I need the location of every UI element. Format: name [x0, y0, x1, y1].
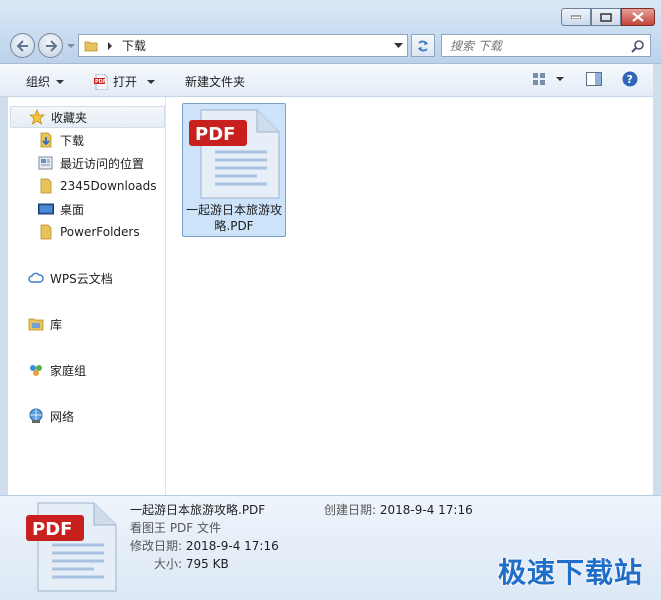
sidebar-item-label: 下载	[60, 133, 85, 148]
search-input[interactable]	[450, 38, 620, 53]
window-border-left	[0, 97, 8, 495]
sidebar-item-label: 网络	[50, 409, 75, 424]
help-button[interactable]: ?	[622, 71, 638, 87]
svg-text:PDF: PDF	[95, 79, 106, 85]
pdf-badge: PDF	[32, 519, 72, 540]
created-value: 2018-9-4 17:16	[379, 503, 473, 517]
maximize-button[interactable]	[591, 8, 621, 26]
organize-button[interactable]: 组织	[26, 73, 65, 90]
sidebar-item-libraries[interactable]: 库	[28, 313, 62, 335]
arrow-left-icon	[16, 39, 28, 52]
size-label: 大小:	[154, 557, 183, 571]
sidebar-item-label: 桌面	[60, 202, 85, 217]
forward-button[interactable]	[38, 33, 63, 58]
details-file-type: 看图王 PDF 文件	[130, 521, 222, 535]
homegroup-icon	[30, 365, 42, 376]
refresh-button[interactable]	[411, 34, 435, 57]
sidebar-item-label: 2345Downloads	[60, 179, 157, 193]
open-button[interactable]: PDF 打开	[94, 73, 156, 90]
window-controls	[561, 8, 655, 26]
sidebar-item-powerfolders[interactable]: PowerFolders	[38, 221, 140, 243]
chevron-down-icon	[556, 77, 564, 81]
modified-value: 2018-9-4 17:16	[185, 539, 279, 553]
navigation-pane: 收藏夹 下载 最近访问的位置 2345Downloads 桌面 PowerFol…	[8, 97, 166, 495]
preview-pane-icon	[586, 72, 602, 86]
search-icon[interactable]	[631, 39, 645, 53]
desktop-icon	[38, 203, 54, 215]
change-view-button[interactable]	[532, 72, 564, 86]
organize-label: 组织	[26, 75, 51, 89]
new-folder-label: 新建文件夹	[185, 75, 246, 89]
view-grid-icon	[533, 73, 545, 85]
command-bar: 组织 PDF 打开 新建文件夹 ?	[0, 64, 661, 97]
details-modified: 修改日期: 2018-9-4 17:16	[130, 537, 279, 555]
sidebar-item-favorites[interactable]: 收藏夹	[10, 106, 165, 128]
file-name: 一起游日本旅游攻略.PDF	[185, 203, 282, 233]
details-created: 创建日期: 2018-9-4 17:16	[324, 501, 473, 519]
minimize-icon	[571, 15, 581, 19]
sidebar-item-recent-places[interactable]: 最近访问的位置	[38, 152, 144, 174]
sidebar-item-homegroup[interactable]: 家庭组	[28, 359, 86, 381]
maximize-icon	[600, 12, 612, 22]
address-bar[interactable]: 下载	[78, 34, 408, 57]
chevron-down-icon	[56, 79, 65, 84]
close-icon	[632, 12, 644, 22]
refresh-icon	[418, 40, 428, 51]
sidebar-item-desktop[interactable]: 桌面	[38, 198, 84, 220]
sidebar-item-wps-cloud[interactable]: WPS云文档	[28, 267, 113, 289]
svg-text:?: ?	[627, 73, 633, 86]
pdf-file-icon: PDF	[26, 502, 117, 592]
cloud-icon	[28, 272, 44, 283]
breadcrumb-arrow-icon[interactable]	[106, 41, 114, 51]
sidebar-item-label: WPS云文档	[50, 271, 113, 286]
pdf-file-icon: PDF	[189, 109, 280, 199]
preview-pane-button[interactable]	[586, 72, 602, 86]
folder-icon	[40, 224, 52, 240]
star-icon	[29, 109, 45, 125]
chevron-down-icon	[147, 79, 156, 84]
sidebar-item-2345downloads[interactable]: 2345Downloads	[38, 175, 156, 197]
details-file-name: 一起游日本旅游攻略.PDF	[130, 503, 266, 517]
help-icon: ?	[622, 71, 638, 87]
open-label: 打开	[113, 75, 138, 89]
close-button[interactable]	[621, 8, 655, 26]
sidebar-item-label: 收藏夹	[51, 110, 88, 125]
breadcrumb-current[interactable]: 下载	[122, 37, 146, 54]
sidebar-item-label: 家庭组	[50, 363, 87, 378]
back-button[interactable]	[10, 33, 35, 58]
sidebar-item-label: 最近访问的位置	[60, 156, 145, 171]
created-label: 创建日期:	[324, 503, 377, 517]
size-value: 795 KB	[185, 557, 229, 571]
file-item[interactable]: PDF 一起游日本旅游攻略.PDF	[182, 103, 286, 237]
library-icon	[28, 318, 44, 331]
sidebar-item-label: 库	[50, 317, 63, 332]
pdf-badge: PDF	[195, 124, 235, 145]
file-list[interactable]: PDF 一起游日本旅游攻略.PDF	[167, 97, 653, 495]
new-folder-button[interactable]: 新建文件夹	[185, 73, 245, 90]
search-box[interactable]	[441, 34, 651, 57]
details-size: 大小: 795 KB	[154, 555, 229, 573]
sidebar-item-downloads[interactable]: 下载	[38, 129, 84, 151]
title-bar: 下载	[0, 0, 661, 64]
recent-places-icon	[38, 156, 53, 170]
sidebar-item-label: PowerFolders	[60, 225, 140, 239]
sidebar-item-network[interactable]: 网络	[28, 405, 74, 427]
history-dropdown-icon[interactable]	[67, 42, 75, 50]
watermark: 极速下载站	[497, 556, 643, 589]
folder-icon	[84, 41, 98, 51]
download-folder-icon	[40, 132, 52, 148]
network-icon	[29, 408, 43, 423]
modified-label: 修改日期:	[130, 539, 183, 553]
minimize-button[interactable]	[561, 8, 591, 26]
arrow-right-icon	[45, 39, 57, 52]
pdf-file-icon: PDF	[94, 73, 108, 90]
chevron-down-icon[interactable]	[394, 42, 403, 49]
folder-icon	[40, 178, 52, 194]
details-pane: PDF 一起游日本旅游攻略.PDF 看图王 PDF 文件 修改日期: 2018-…	[0, 495, 661, 600]
